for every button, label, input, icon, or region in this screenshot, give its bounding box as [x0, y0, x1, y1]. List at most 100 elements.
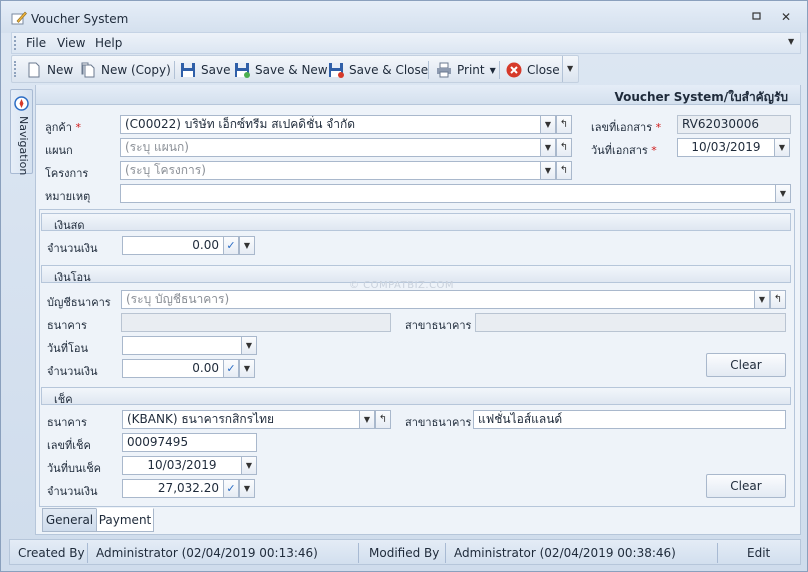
menu-file[interactable]: File [26, 36, 46, 50]
cheque-bank-dropdown-icon[interactable]: ▼ [359, 410, 375, 429]
doc-date-dropdown-icon[interactable]: ▼ [774, 138, 790, 157]
doc-no-field: RV62030006 [677, 115, 791, 134]
toolbar-separator [562, 56, 563, 82]
new-document-icon [28, 62, 40, 78]
transfer-section-title: เงินโอน [54, 271, 91, 284]
print-button-label: Print [457, 63, 485, 77]
cash-amount-check-icon[interactable]: ✓ [223, 236, 239, 255]
close-circle-icon [506, 62, 522, 78]
save-new-button[interactable]: Save & New [234, 61, 328, 79]
navigation-label: Navigation [17, 116, 30, 176]
cheque-branch-label: สาขาธนาคาร [405, 416, 472, 429]
transfer-bank-field [121, 313, 391, 332]
cheque-clear-button[interactable]: Clear [706, 474, 786, 498]
restore-icon[interactable] [748, 9, 766, 25]
cheque-branch-field[interactable]: แฟชั่นไอส์แลนด์ [473, 410, 786, 429]
note-label: หมายเหตุ [45, 190, 91, 203]
cheque-date-dropdown-icon[interactable]: ▼ [241, 456, 257, 475]
cheque-bank-field[interactable]: (KBANK) ธนาคารกสิกรไทย [122, 410, 360, 429]
transfer-account-reset-icon[interactable]: ↰ [770, 290, 786, 309]
doc-no-label: เลขที่เอกสาร * [591, 121, 662, 134]
cheque-bank-reset-icon[interactable]: ↰ [375, 410, 391, 429]
department-reset-icon[interactable]: ↰ [556, 138, 572, 157]
menu-view[interactable]: View [57, 36, 85, 50]
status-bar: Created By Administrator (02/04/2019 00:… [9, 539, 801, 565]
transfer-date-label: วันที่โอน [47, 342, 88, 355]
copy-document-icon [81, 62, 95, 78]
new-button[interactable]: New [26, 61, 73, 79]
transfer-clear-button[interactable]: Clear [706, 353, 786, 377]
menu-bar: File View Help ▼ [11, 32, 801, 54]
floppy-disk-close-icon [329, 63, 344, 78]
note-dropdown-icon[interactable]: ▼ [775, 184, 791, 203]
doc-date-field[interactable]: 10/03/2019 [677, 138, 775, 157]
print-button[interactable]: Print ▼ [436, 61, 496, 79]
cheque-section-header: เช็ค [41, 387, 791, 406]
transfer-account-label: บัญชีธนาคาร [47, 296, 111, 309]
pencil-note-icon [11, 11, 27, 25]
close-button[interactable]: Close [506, 61, 560, 79]
panel-header: Voucher System/ใบสำคัญรับ [36, 85, 800, 105]
customer-label: ลูกค้า * [45, 121, 81, 134]
close-window-icon[interactable]: ✕ [777, 9, 795, 25]
toolbar-overflow-icon[interactable]: ▼ [567, 64, 573, 73]
customer-dropdown-icon[interactable]: ▼ [540, 115, 556, 134]
cheque-amount-label: จำนวนเงิน [47, 485, 98, 498]
cheque-number-field[interactable]: 00097495 [122, 433, 257, 452]
cheque-date-field[interactable]: 10/03/2019 [122, 456, 242, 475]
cheque-amount-dropdown-icon[interactable]: ▼ [239, 479, 255, 498]
cheque-amount-field[interactable]: 27,032.20 [122, 479, 224, 498]
new-copy-button[interactable]: New (Copy) [80, 61, 171, 79]
transfer-amount-label: จำนวนเงิน [47, 365, 98, 378]
window-title: Voucher System [31, 12, 129, 26]
toolbar-separator [174, 61, 175, 79]
cash-section-title: เงินสด [54, 219, 85, 232]
app-window: Voucher System ✕ File View Help ▼ New Ne… [0, 0, 808, 572]
customer-reset-icon[interactable]: ↰ [556, 115, 572, 134]
cheque-amount-check-icon[interactable]: ✓ [223, 479, 239, 498]
save-close-button-label: Save & Close [349, 63, 429, 77]
project-reset-icon[interactable]: ↰ [556, 161, 572, 180]
cash-amount-dropdown-icon[interactable]: ▼ [239, 236, 255, 255]
department-dropdown-icon[interactable]: ▼ [540, 138, 556, 157]
status-separator [87, 543, 88, 563]
transfer-amount-check-icon[interactable]: ✓ [223, 359, 239, 378]
transfer-date-dropdown-icon[interactable]: ▼ [241, 336, 257, 355]
floppy-disk-icon [181, 63, 195, 77]
transfer-account-dropdown-icon[interactable]: ▼ [754, 290, 770, 309]
project-label: โครงการ [45, 167, 89, 180]
tab-payment[interactable]: Payment [96, 508, 154, 532]
created-by-label: Created By [18, 546, 85, 560]
menu-overflow-icon[interactable]: ▼ [788, 37, 794, 46]
transfer-date-field[interactable] [122, 336, 242, 355]
tab-general[interactable]: General [42, 508, 97, 532]
department-field[interactable]: (ระบุ แผนก) [120, 138, 542, 157]
transfer-amount-field[interactable]: 0.00 [122, 359, 224, 378]
doc-date-label: วันที่เอกสาร * [591, 144, 657, 157]
status-separator [358, 543, 359, 563]
printer-icon [437, 62, 451, 78]
customer-field[interactable]: (C00022) บริษัท เอ็กซ์ทรีม สเปคดิชั่น จำ… [120, 115, 542, 134]
new-button-label: New [47, 63, 74, 77]
grip-icon [14, 36, 17, 50]
transfer-account-field[interactable]: (ระบุ บัญชีธนาคาร) [121, 290, 755, 309]
save-close-button[interactable]: Save & Close [328, 61, 428, 79]
grip-icon [14, 61, 17, 77]
new-copy-button-label: New (Copy) [101, 63, 171, 77]
created-by-value: Administrator (02/04/2019 00:13:46) [96, 546, 318, 560]
transfer-amount-dropdown-icon[interactable]: ▼ [239, 359, 255, 378]
transfer-branch-label: สาขาธนาคาร [405, 319, 472, 332]
save-button[interactable]: Save [180, 61, 230, 79]
cash-section-header: เงินสด [41, 213, 791, 232]
menu-help[interactable]: Help [95, 36, 122, 50]
save-new-button-label: Save & New [255, 63, 328, 77]
project-field[interactable]: (ระบุ โครงการ) [120, 161, 542, 180]
project-dropdown-icon[interactable]: ▼ [540, 161, 556, 180]
note-field[interactable] [120, 184, 776, 203]
toolbar-separator [499, 61, 500, 79]
cheque-date-label: วันที่บนเช็ค [47, 462, 102, 475]
cash-amount-field[interactable]: 0.00 [122, 236, 224, 255]
navigation-tab[interactable]: Navigation [10, 89, 33, 176]
print-dropdown-icon: ▼ [489, 65, 496, 75]
cheque-section-title: เช็ค [54, 393, 73, 406]
